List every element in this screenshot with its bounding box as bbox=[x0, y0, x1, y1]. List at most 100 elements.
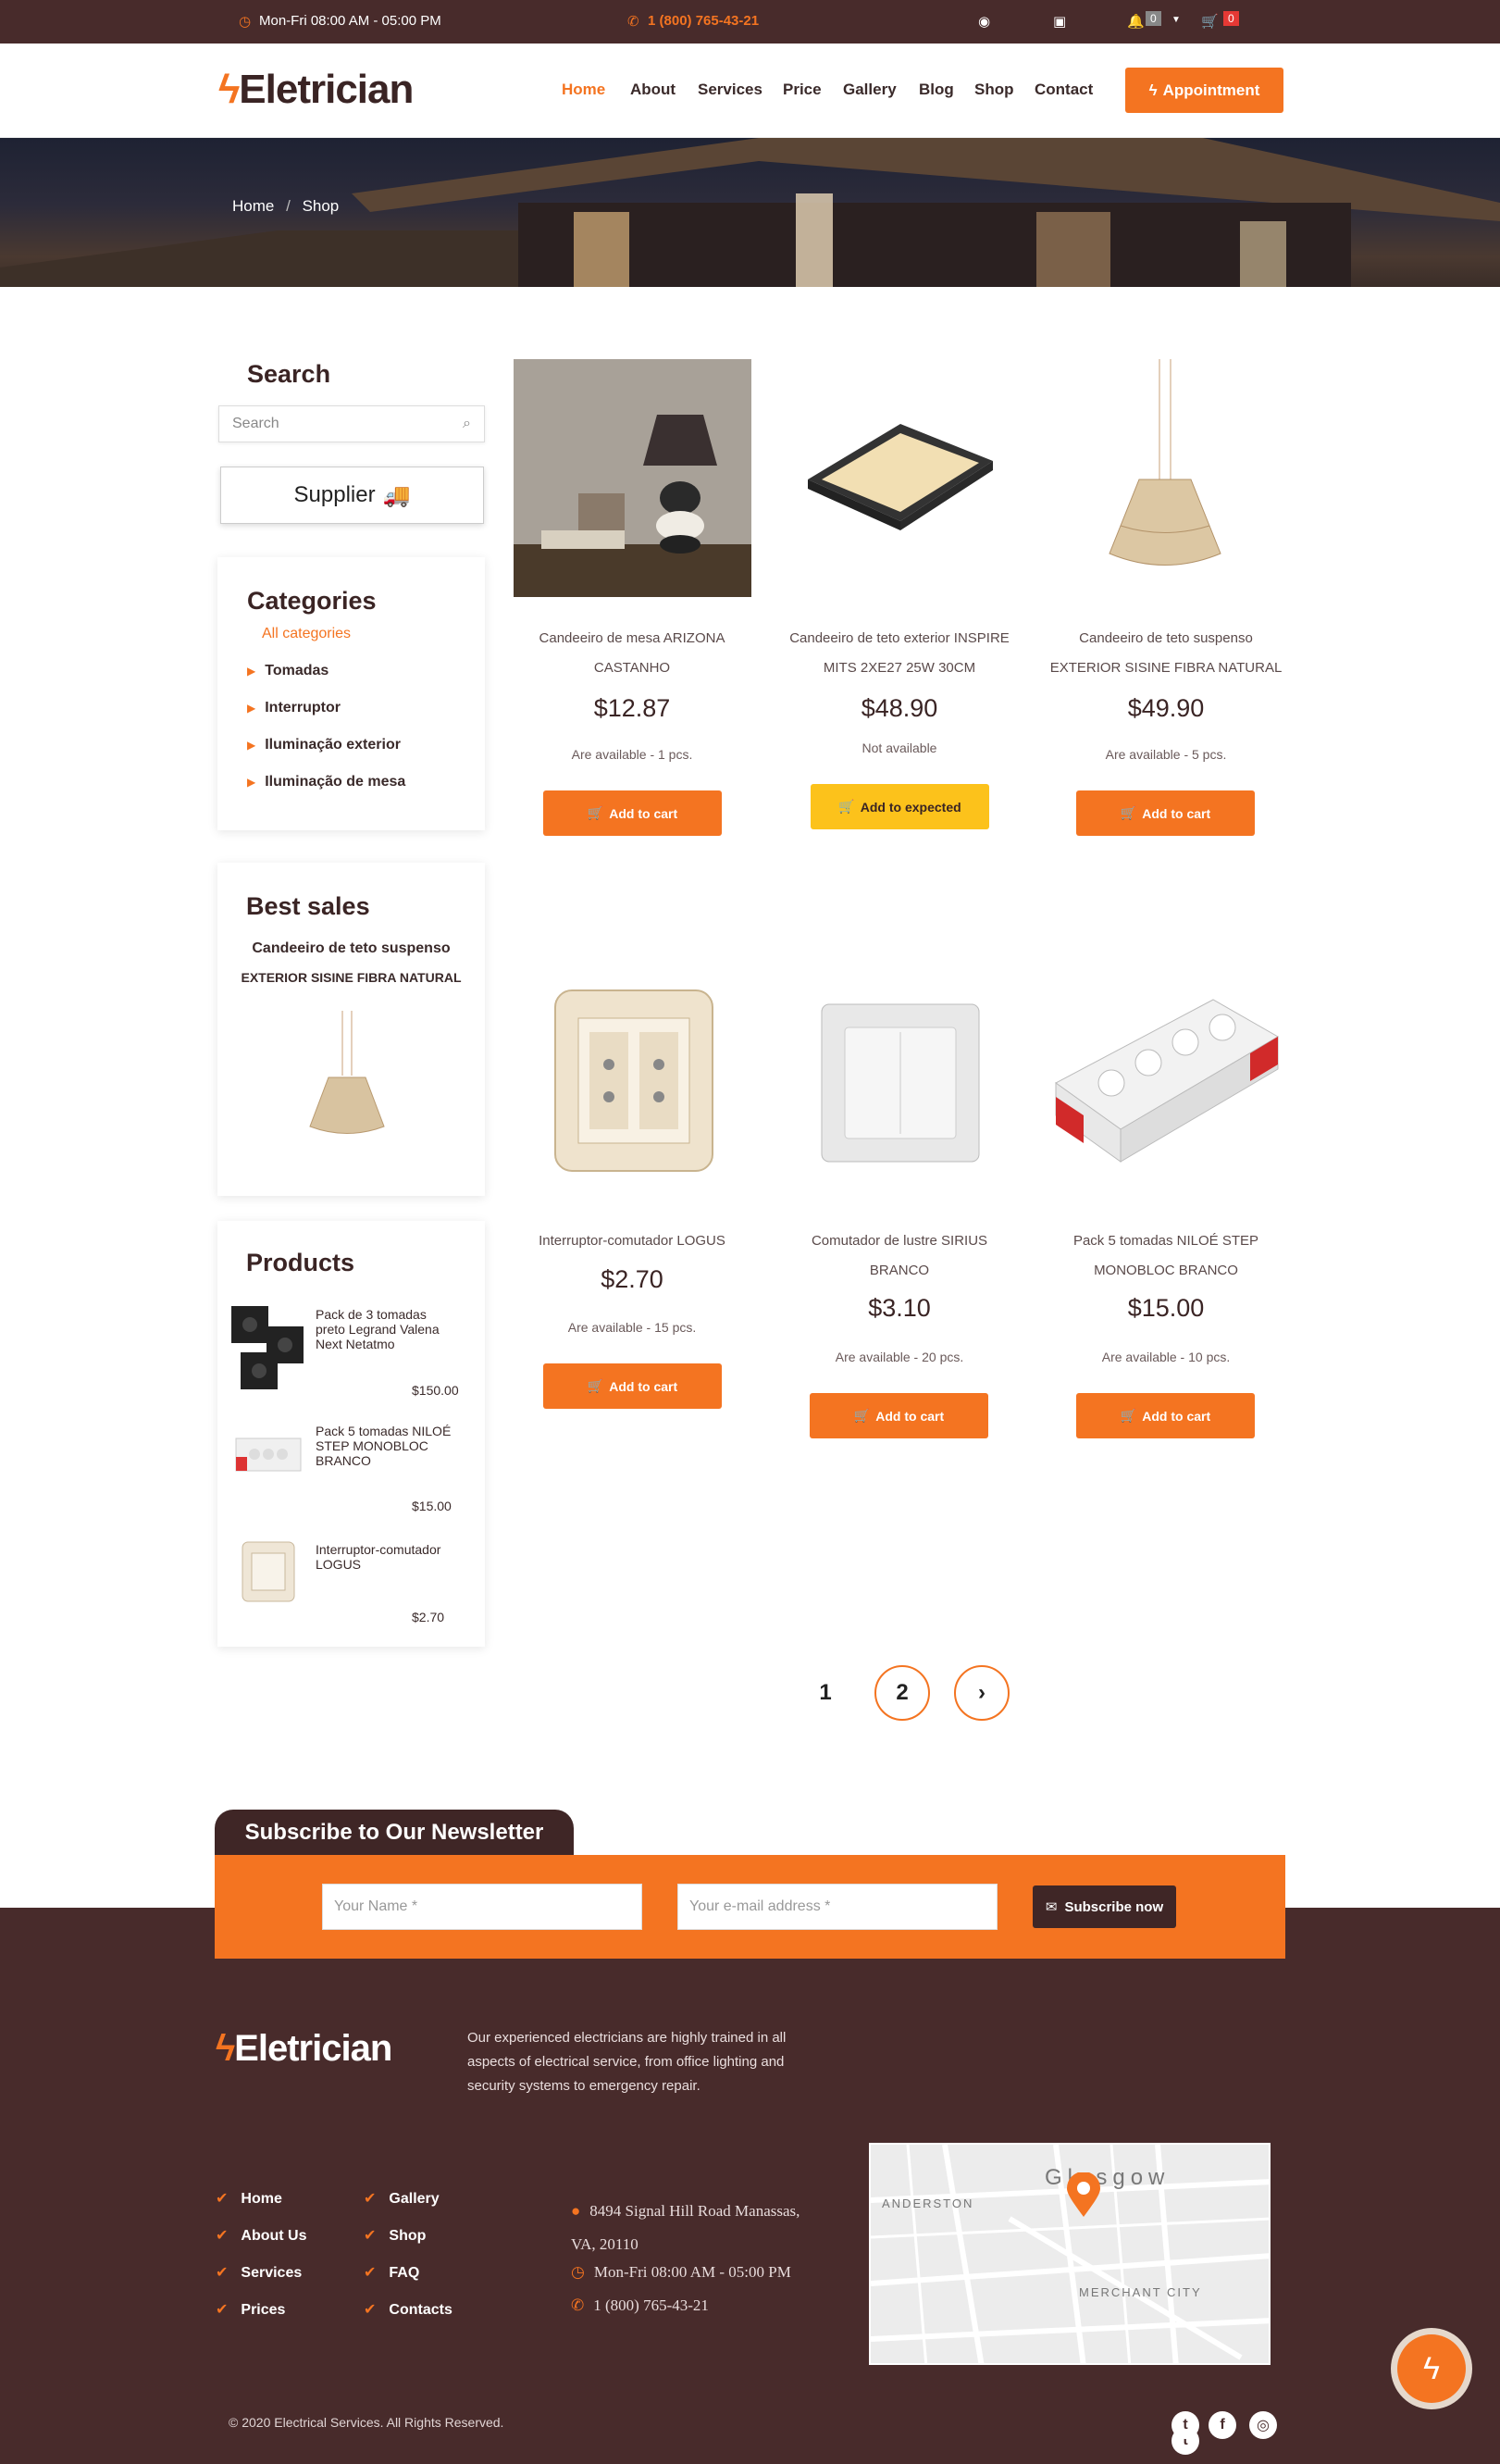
add-to-cart-button[interactable]: 🛒 Add to cart bbox=[543, 1363, 722, 1409]
phone-icon: ✆ bbox=[627, 14, 639, 30]
page-2[interactable]: 2 bbox=[874, 1665, 930, 1721]
product-image[interactable] bbox=[1047, 963, 1284, 1201]
product-name[interactable]: Interruptor-comutador LOGUS bbox=[316, 1542, 454, 1572]
pendant-lamp-image[interactable] bbox=[296, 1011, 398, 1150]
product-image[interactable] bbox=[1047, 359, 1284, 597]
newsletter-title: Subscribe to Our Newsletter bbox=[215, 1810, 574, 1856]
nav-contact[interactable]: Contact bbox=[1035, 81, 1093, 99]
nav-shop[interactable]: Shop bbox=[974, 81, 1014, 99]
facebook-icon[interactable]: f bbox=[1209, 2411, 1236, 2439]
chevron-down-icon[interactable]: ▼ bbox=[1171, 15, 1181, 25]
copyright: © 2020 Electrical Services. All Rights R… bbox=[229, 2415, 504, 2430]
category-item[interactable]: ▶ Iluminação de mesa bbox=[247, 774, 405, 790]
footer-phone[interactable]: ✆ 1 (800) 765-43-21 bbox=[571, 2296, 709, 2315]
product-price: $15.00 bbox=[1127, 1294, 1205, 1322]
add-to-cart-button[interactable]: 🛒 Add to cart bbox=[1076, 790, 1255, 836]
product-title[interactable]: Candeeiro de teto suspenso EXTERIOR SISIN… bbox=[1032, 624, 1300, 683]
top-bar: ◷ Mon-Fri 08:00 AM - 05:00 PM ✆ 1 (800) … bbox=[0, 0, 1500, 44]
cart-icon: 🛒 bbox=[1120, 1408, 1137, 1423]
add-to-expected-button[interactable]: 🛒 Add to expected bbox=[811, 784, 989, 829]
category-item[interactable]: ▶ Iluminação exterior bbox=[247, 737, 401, 753]
page-banner: Home / Shop bbox=[0, 138, 1500, 287]
login-icon[interactable]: ▣ bbox=[1053, 13, 1066, 30]
search-input[interactable]: Search ⌕ bbox=[218, 405, 485, 442]
category-item[interactable]: ▶ Interruptor bbox=[247, 700, 341, 716]
supplier-button[interactable]: Supplier 🚚 bbox=[220, 467, 484, 524]
add-to-cart-button[interactable]: 🛒 Add to cart bbox=[810, 1393, 988, 1438]
next-page-button[interactable]: › bbox=[954, 1665, 1010, 1721]
categories-card: Categories All categories ▶ Tomadas ▶ Inte… bbox=[217, 557, 485, 830]
product-title[interactable]: Candeeiro de teto exterior INSPIRE MITS 2… bbox=[765, 624, 1034, 683]
availability: Not available bbox=[862, 740, 937, 755]
user-icon[interactable]: ◉ bbox=[978, 13, 990, 30]
lightning-icon: ϟ bbox=[218, 67, 240, 112]
categories-title: Categories bbox=[247, 587, 377, 615]
bell-icon[interactable]: 🔔 bbox=[1127, 13, 1145, 30]
footer-link[interactable]: ✔ Shop bbox=[364, 2226, 426, 2245]
footer-link[interactable]: ✔ About Us bbox=[216, 2226, 307, 2245]
floating-action-button[interactable]: ϟ bbox=[1391, 2328, 1472, 2409]
footer-link[interactable]: ✔ Contacts bbox=[364, 2300, 452, 2319]
nav-services[interactable]: Services bbox=[698, 81, 762, 99]
product-price: $2.70 bbox=[601, 1265, 663, 1293]
name-field[interactable]: Your Name * bbox=[322, 1884, 642, 1930]
product-price: $15.00 bbox=[412, 1499, 452, 1513]
footer-link[interactable]: ✔ Home bbox=[216, 2189, 282, 2208]
hours-text: Mon-Fri 08:00 AM - 05:00 PM bbox=[259, 13, 441, 29]
search-icon[interactable]: ⌕ bbox=[463, 416, 471, 432]
nav-price[interactable]: Price bbox=[783, 81, 822, 99]
all-categories-link[interactable]: All categories bbox=[262, 626, 351, 642]
product-name[interactable]: Pack 5 tomadas NILOÉ STEP MONOBLOC BRANC… bbox=[316, 1424, 454, 1468]
footer-link[interactable]: ✔ Prices bbox=[216, 2300, 285, 2319]
appointment-button[interactable]: ϟ Appointment bbox=[1125, 68, 1283, 113]
product-title[interactable]: Interruptor-comutador LOGUS bbox=[498, 1226, 766, 1256]
cart-icon: 🛒 bbox=[587, 1378, 604, 1393]
twitter-icon[interactable]: t bbox=[1171, 2411, 1199, 2439]
product-title[interactable]: Comutador de lustre SIRIUS BRANCO bbox=[765, 1226, 1034, 1286]
best-sale-name[interactable]: Candeeiro de teto suspenso bbox=[217, 940, 485, 957]
nav-about[interactable]: About bbox=[630, 81, 676, 99]
product-price: $49.90 bbox=[1127, 694, 1205, 722]
product-thumb[interactable] bbox=[241, 1540, 296, 1605]
add-to-cart-button[interactable]: 🛒 Add to cart bbox=[543, 790, 722, 836]
product-image[interactable] bbox=[780, 359, 1018, 597]
product-thumb[interactable] bbox=[231, 1429, 305, 1485]
product-image[interactable] bbox=[514, 963, 751, 1201]
cart-badge: 0 bbox=[1223, 11, 1239, 26]
subscribe-button[interactable]: ✉ Subscribe now bbox=[1033, 1885, 1176, 1928]
notif-badge: 0 bbox=[1146, 11, 1161, 26]
nav-gallery[interactable]: Gallery bbox=[843, 81, 897, 99]
page-1[interactable]: 1 bbox=[798, 1665, 853, 1721]
lightning-icon: ϟ bbox=[1148, 81, 1158, 99]
pendant-lamp-image bbox=[1109, 359, 1221, 566]
phone-link[interactable]: 1 (800) 765-43-21 bbox=[648, 13, 759, 29]
products-title: Products bbox=[246, 1249, 355, 1276]
email-field[interactable]: Your e-mail address * bbox=[677, 1884, 998, 1930]
product-thumb[interactable] bbox=[231, 1306, 305, 1391]
product-image[interactable] bbox=[780, 963, 1018, 1201]
newsletter-form: Your Name * Your e-mail address * ✉ Subsc… bbox=[215, 1855, 1285, 1959]
availability: Are available - 10 pcs. bbox=[1101, 1350, 1231, 1364]
footer-link[interactable]: ✔ Services bbox=[216, 2263, 302, 2282]
cart-icon[interactable]: 🛒 bbox=[1201, 13, 1219, 30]
breadcrumb-current: Shop bbox=[302, 197, 340, 215]
envelope-icon: ✉ bbox=[1045, 1899, 1058, 1915]
availability: Are available - 1 pcs. bbox=[571, 747, 693, 762]
category-item[interactable]: ▶ Tomadas bbox=[247, 663, 329, 679]
nav-home[interactable]: Home bbox=[562, 81, 605, 99]
breadcrumb-home[interactable]: Home bbox=[232, 197, 274, 215]
instagram-icon[interactable]: ◎ bbox=[1249, 2411, 1277, 2439]
footer-link[interactable]: ✔ FAQ bbox=[364, 2263, 419, 2282]
logo[interactable]: ϟ Eletrician bbox=[218, 62, 414, 118]
product-name[interactable]: Pack de 3 tomadas preto Legrand Valena N… bbox=[316, 1307, 454, 1351]
product-image[interactable] bbox=[514, 359, 751, 597]
product-title[interactable]: Pack 5 tomadas NILOÉ STEP MONOBLOC BRANCO bbox=[1032, 1226, 1300, 1286]
location-map[interactable]: Glasgow ANDERSTON MERCHANT CITY bbox=[869, 2143, 1271, 2365]
footer-logo[interactable]: ϟEletrician bbox=[216, 2028, 392, 2070]
product-title[interactable]: Candeeiro de mesa ARIZONA CASTANHO bbox=[498, 624, 766, 683]
map-pin-icon[interactable] bbox=[1065, 2172, 1102, 2219]
footer-link[interactable]: ✔ Gallery bbox=[364, 2189, 440, 2208]
add-to-cart-button[interactable]: 🛒 Add to cart bbox=[1076, 1393, 1255, 1438]
nav-blog[interactable]: Blog bbox=[919, 81, 954, 99]
map-marker-icon: ● bbox=[571, 2202, 581, 2220]
